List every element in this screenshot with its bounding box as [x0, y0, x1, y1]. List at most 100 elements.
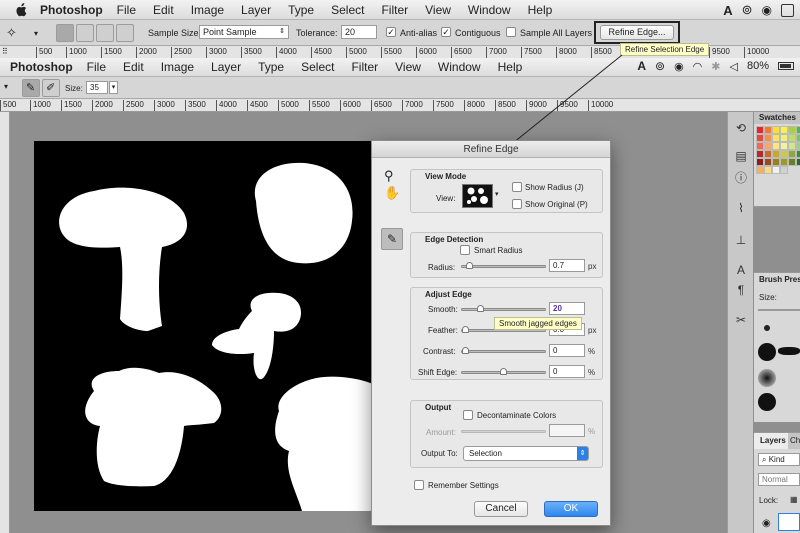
- color-swatch[interactable]: [796, 142, 800, 150]
- color-swatch[interactable]: [788, 134, 796, 142]
- brush-preset-3[interactable]: [778, 347, 800, 355]
- output-to-select[interactable]: Selection ⇕: [463, 446, 589, 461]
- brush-preset-4[interactable]: [758, 369, 776, 387]
- color-swatch[interactable]: [772, 134, 780, 142]
- brush-panel-icon[interactable]: ⌇: [733, 200, 749, 216]
- channels-tab[interactable]: Ch: [788, 433, 800, 449]
- show-original-label: Show Original (P): [525, 200, 588, 209]
- remember-settings-label: Remember Settings: [428, 481, 499, 490]
- color-swatch[interactable]: [756, 166, 764, 174]
- color-swatch[interactable]: [764, 150, 772, 158]
- smooth-slider-knob[interactable]: [477, 305, 485, 312]
- color-swatch[interactable]: [796, 126, 800, 134]
- color-swatch[interactable]: [764, 134, 772, 142]
- blend-mode-select[interactable]: Normal: [758, 473, 800, 486]
- color-swatch[interactable]: [756, 142, 764, 150]
- zoom-tool-icon[interactable]: ⚲: [384, 168, 394, 184]
- cancel-button[interactable]: Cancel: [474, 501, 528, 517]
- color-swatch[interactable]: [764, 126, 772, 134]
- color-swatch[interactable]: [764, 166, 772, 174]
- view-mode-thumbnail[interactable]: [462, 184, 493, 208]
- color-swatch[interactable]: [796, 134, 800, 142]
- output-to-label: Output To:: [421, 449, 458, 458]
- contrast-slider[interactable]: [461, 347, 546, 354]
- brush-preset-2[interactable]: [758, 343, 776, 361]
- show-radius-checkbox[interactable]: [512, 182, 522, 192]
- radius-slider[interactable]: [461, 262, 546, 269]
- color-swatch[interactable]: [772, 158, 780, 166]
- character-icon[interactable]: A: [733, 262, 749, 278]
- color-swatch[interactable]: [780, 142, 788, 150]
- edge-detection-title: Edge Detection: [425, 235, 484, 244]
- history-icon[interactable]: ⟲: [733, 120, 749, 136]
- color-swatch[interactable]: [772, 150, 780, 158]
- color-swatch[interactable]: [780, 126, 788, 134]
- color-swatch[interactable]: [772, 126, 780, 134]
- color-swatch[interactable]: [796, 158, 800, 166]
- color-swatch[interactable]: [796, 150, 800, 158]
- info-icon[interactable]: ⓘ: [733, 170, 749, 186]
- brush-preset-1[interactable]: [764, 325, 770, 331]
- clone-source-icon[interactable]: ⊥: [733, 232, 749, 248]
- kind-label: Kind: [768, 455, 785, 464]
- view-mode-dropdown-icon[interactable]: ▾: [495, 190, 499, 198]
- brush-preset-5[interactable]: [758, 393, 776, 411]
- color-swatch[interactable]: [780, 134, 788, 142]
- shift-edge-label: Shift Edge:: [418, 368, 458, 377]
- refine-radius-tool-icon[interactable]: ✎: [381, 228, 403, 250]
- color-swatch[interactable]: [772, 142, 780, 150]
- color-swatch[interactable]: [756, 126, 764, 134]
- output-to-value: Selection: [469, 449, 502, 458]
- swatches-tab[interactable]: Swatches: [754, 112, 800, 124]
- smart-radius-label: Smart Radius: [474, 246, 523, 255]
- color-swatch[interactable]: [780, 150, 788, 158]
- contrast-input[interactable]: 0: [549, 344, 585, 357]
- color-swatch[interactable]: [780, 158, 788, 166]
- smooth-slider[interactable]: [461, 305, 546, 312]
- view-mode-group: View Mode View: ▾ Show Radius (J) Show O…: [410, 169, 603, 213]
- color-swatch[interactable]: [756, 134, 764, 142]
- color-swatch[interactable]: [780, 166, 788, 174]
- color-swatch[interactable]: [788, 126, 796, 134]
- feather-slider-knob[interactable]: [462, 326, 469, 333]
- lock-pixels-icon[interactable]: ▦: [790, 495, 798, 504]
- tool-presets-icon[interactable]: ✂: [733, 312, 749, 328]
- color-swatch[interactable]: [772, 166, 780, 174]
- color-swatch[interactable]: [764, 142, 772, 150]
- shift-edge-slider[interactable]: [461, 368, 546, 375]
- layers-tab[interactable]: Layers: [754, 433, 788, 449]
- updown-icon: ⇕: [577, 447, 588, 460]
- brush-presets-size-label: Size:: [759, 293, 777, 302]
- mushroom-mask: [59, 162, 380, 511]
- color-swatch[interactable]: [788, 142, 796, 150]
- hand-tool-icon[interactable]: ✋: [384, 185, 400, 201]
- color-swatch[interactable]: [788, 158, 796, 166]
- dialog-title: Refine Edge: [372, 141, 610, 158]
- shift-edge-slider-knob[interactable]: [500, 368, 507, 375]
- brush-size-slider[interactable]: [758, 309, 800, 311]
- remember-settings-checkbox[interactable]: [414, 480, 424, 490]
- layer-filter-kind[interactable]: ⌕ Kind: [758, 453, 800, 466]
- smooth-label: Smooth:: [428, 305, 458, 314]
- feather-label: Feather:: [428, 326, 458, 335]
- shift-edge-input[interactable]: 0: [549, 365, 585, 378]
- view-label: View:: [436, 194, 456, 203]
- visibility-eye-icon[interactable]: ◉: [762, 518, 771, 529]
- properties-icon[interactable]: ▤: [733, 148, 749, 164]
- radius-slider-knob[interactable]: [465, 262, 473, 269]
- brush-presets-tab[interactable]: Brush Prese: [754, 273, 800, 287]
- color-swatch[interactable]: [764, 158, 772, 166]
- smart-radius-checkbox[interactable]: [460, 245, 470, 255]
- radius-input[interactable]: 0.7: [549, 259, 585, 272]
- layer-thumbnail[interactable]: [778, 513, 800, 531]
- color-swatch[interactable]: [788, 150, 796, 158]
- document-canvas[interactable]: [34, 141, 380, 511]
- smooth-input[interactable]: 20: [549, 302, 585, 315]
- color-swatch[interactable]: [756, 158, 764, 166]
- ok-button[interactable]: OK: [544, 501, 598, 517]
- paragraph-icon[interactable]: ¶: [733, 282, 749, 298]
- decontaminate-checkbox[interactable]: [463, 410, 473, 420]
- contrast-slider-knob[interactable]: [462, 347, 469, 354]
- color-swatch[interactable]: [756, 150, 764, 158]
- show-original-checkbox[interactable]: [512, 199, 522, 209]
